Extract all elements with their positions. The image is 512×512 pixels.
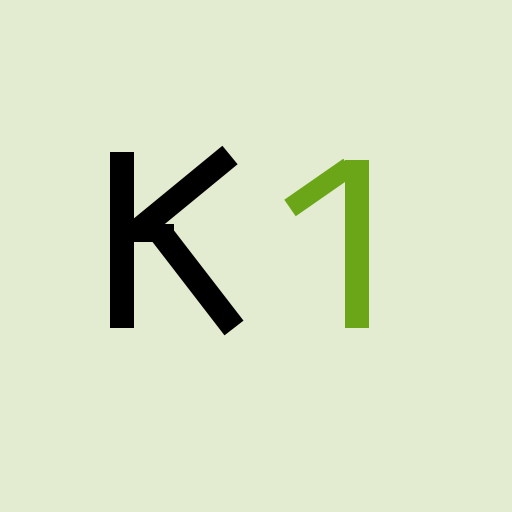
k-bridge [134, 224, 174, 242]
logo-letter-glyph [110, 145, 244, 336]
k-arm-lower [150, 224, 244, 336]
one-flag [284, 158, 355, 217]
k-arm-upper [127, 145, 238, 243]
logo-mark [110, 145, 369, 336]
logo-number-glyph [284, 158, 369, 328]
logo-canvas [0, 0, 512, 512]
